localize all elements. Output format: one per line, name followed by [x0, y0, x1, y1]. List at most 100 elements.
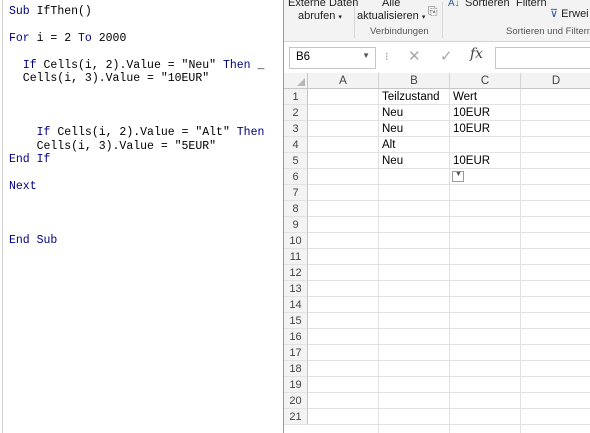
cell-c1[interactable]: Wert [451, 89, 477, 105]
code-line-if-alt[interactable]: If Cells(i, 2).Value = "Alt" Then [9, 126, 265, 139]
row-header[interactable]: 15 [284, 313, 308, 329]
row-header[interactable]: 16 [284, 329, 308, 345]
cell-c5[interactable]: 10EUR [451, 153, 490, 169]
refresh-all-dropdown[interactable]: aktualisieren ▾ [357, 10, 425, 24]
cell-b1[interactable]: Teilzustand [380, 89, 440, 105]
code-line-next[interactable]: Next [9, 180, 37, 193]
external-data-button[interactable]: Externe Daten [288, 0, 358, 9]
row-header[interactable]: 1 [284, 89, 308, 105]
formula-input[interactable] [495, 47, 590, 69]
row-header[interactable]: 4 [284, 137, 308, 153]
gridline [308, 280, 590, 281]
row-header[interactable]: 9 [284, 217, 308, 233]
cell-c3[interactable]: 10EUR [451, 121, 490, 137]
cell-b3[interactable]: Neu [380, 121, 403, 137]
autocomplete-dropdown-button[interactable]: ▼ [452, 171, 464, 182]
filter-button[interactable]: Filtern [516, 0, 547, 9]
keyword-end-if: End If [9, 153, 51, 166]
insert-function-icon[interactable]: fx [470, 46, 483, 62]
gridline [308, 296, 590, 297]
row-header[interactable]: 5 [284, 153, 308, 169]
gridline [308, 216, 590, 217]
code-line-end-if[interactable]: End If [9, 153, 50, 166]
chevron-down-icon: ▼ [455, 171, 462, 178]
chevron-down-icon[interactable]: ▼ [362, 51, 370, 60]
keyword-end-sub: End Sub [9, 234, 58, 247]
gridline [308, 344, 590, 345]
row-header[interactable]: 14 [284, 297, 308, 313]
gridline [308, 392, 590, 393]
row-header[interactable]: 6 [284, 169, 308, 185]
keyword-sub: Sub [9, 5, 30, 18]
external-data-dropdown[interactable]: abrufen ▾ [298, 10, 342, 24]
keyword-then: Then [222, 59, 251, 72]
code-line-sub[interactable]: Sub IfThen() [9, 5, 92, 18]
row-header[interactable]: 3 [284, 121, 308, 137]
name-box-value: B6 [296, 51, 311, 63]
gridline [308, 152, 590, 153]
column-header-a[interactable]: A [308, 73, 379, 89]
gridline [308, 200, 590, 201]
row-header[interactable]: 21 [284, 409, 308, 425]
gridline [308, 408, 590, 409]
sort-button[interactable]: Sortieren [465, 0, 510, 9]
cell-b4[interactable]: Alt [380, 137, 395, 153]
code-line-if-neu[interactable]: If Cells(i, 2).Value = "Neu" Then _ [9, 59, 265, 72]
name-box[interactable]: B6 ▼ [289, 47, 376, 69]
enter-check-icon[interactable]: ✓ [440, 47, 453, 65]
row-header[interactable]: 20 [284, 393, 308, 409]
cancel-icon[interactable]: ✕ [408, 47, 421, 65]
column-header-b[interactable]: B [379, 73, 450, 89]
gridline [308, 184, 590, 185]
gridline [308, 120, 590, 121]
formula-bar-resize-handle[interactable]: ⁝ [385, 50, 389, 63]
group-label-connections: Verbindungen [370, 26, 429, 37]
code-line-end-sub[interactable]: End Sub [9, 234, 57, 247]
row-header[interactable]: 13 [284, 281, 308, 297]
ribbon-separator [442, 2, 443, 38]
advanced-filter-button[interactable]: ⊽ Erwei [550, 8, 589, 20]
column-header-c[interactable]: C [450, 73, 521, 89]
gridline [308, 312, 590, 313]
vba-code-editor[interactable]: Sub IfThen() For i = 2 To 2000 If Cells(… [0, 0, 284, 433]
cell-c2[interactable]: 10EUR [451, 105, 490, 121]
ribbon-data-tab: Externe Daten abrufen ▾ Alle aktualisier… [284, 0, 590, 42]
keyword-then: Then [236, 126, 265, 139]
select-all-button[interactable] [284, 73, 308, 89]
gridline [449, 89, 450, 433]
cell-b5[interactable]: Neu [380, 153, 403, 169]
column-header-d[interactable]: D [521, 73, 590, 89]
refresh-all-button[interactable]: Alle [382, 0, 400, 9]
keyword-if: If [22, 59, 37, 72]
dropdown-arrow-icon: ▾ [421, 14, 426, 21]
row-header[interactable]: 12 [284, 265, 308, 281]
keyword-to: To [78, 32, 92, 45]
excel-window: Externe Daten abrufen ▾ Alle aktualisier… [284, 0, 590, 433]
row-header[interactable]: 8 [284, 201, 308, 217]
row-header[interactable]: 7 [284, 185, 308, 201]
gridline [308, 232, 590, 233]
dropdown-arrow-icon: ▾ [338, 14, 342, 21]
gridline [308, 328, 590, 329]
margin-indicator-bar [2, 0, 3, 433]
code-line-set-5eur[interactable]: Cells(i, 3).Value = "5EUR" [9, 140, 216, 153]
keyword-if: If [36, 126, 51, 139]
code-line-for[interactable]: For i = 2 To 2000 [9, 32, 126, 45]
gridline [520, 89, 521, 433]
row-header[interactable]: 18 [284, 361, 308, 377]
row-header[interactable]: 19 [284, 377, 308, 393]
gridline [308, 360, 590, 361]
select-all-triangle-icon [297, 78, 305, 86]
sort-az-icon[interactable]: A↓ [448, 0, 460, 10]
row-header[interactable]: 2 [284, 105, 308, 121]
advanced-filter-icon: ⊽ [550, 8, 559, 20]
row-header[interactable]: 17 [284, 345, 308, 361]
cell-b2[interactable]: Neu [380, 105, 403, 121]
gridline [308, 376, 590, 377]
row-header[interactable]: 11 [284, 249, 308, 265]
worksheet-grid[interactable]: A B C D 1 2 3 4 5 6 7 8 9 10 11 12 13 14… [284, 73, 590, 433]
code-line-set-10eur[interactable]: Cells(i, 3).Value = "10EUR" [9, 72, 209, 85]
edit-links-icon[interactable]: ⎘ [428, 5, 438, 17]
gridline [308, 264, 590, 265]
row-header[interactable]: 10 [284, 233, 308, 249]
